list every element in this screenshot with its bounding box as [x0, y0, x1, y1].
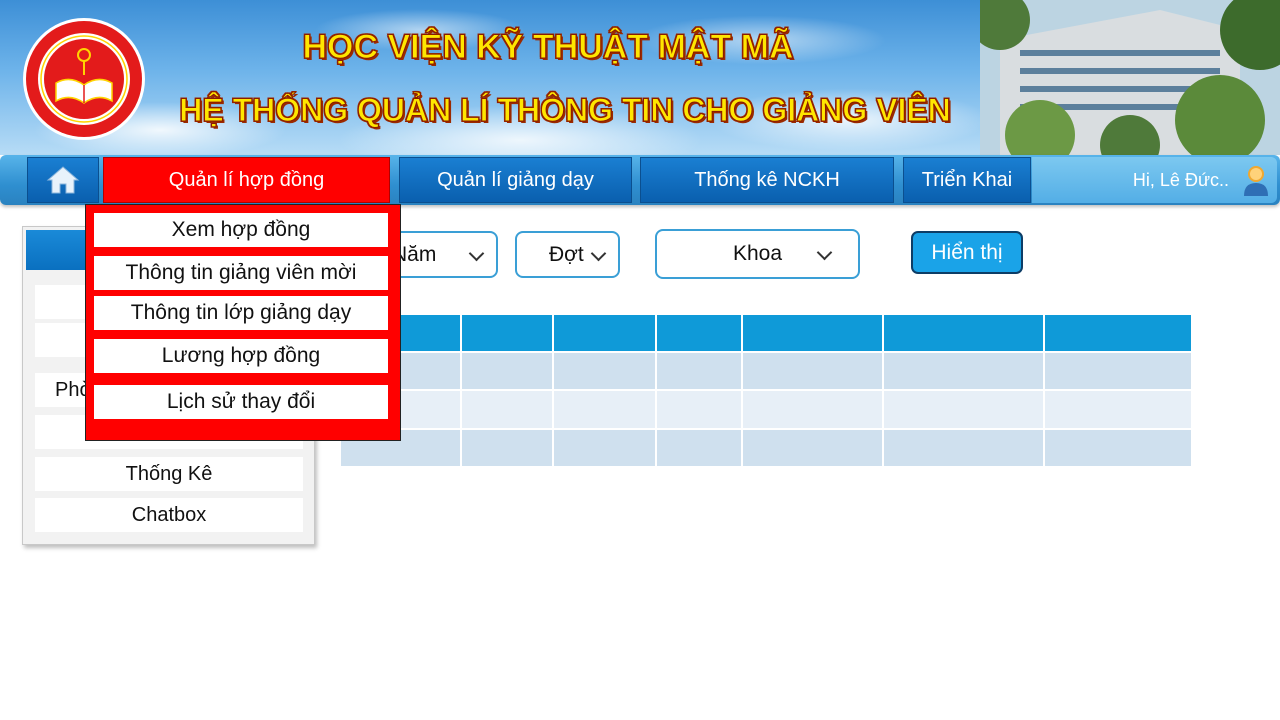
table-row[interactable]: [341, 429, 1193, 468]
chevron-down-icon: [816, 244, 833, 261]
table-header-cell: [655, 315, 744, 353]
menu-item-class-info[interactable]: Thông tin lớp giảng dạy: [94, 296, 388, 330]
menu-item-view-contract[interactable]: Xem hợp đồng: [94, 213, 388, 247]
table-cell: [1044, 352, 1193, 391]
sidebar-item-statistics[interactable]: Thống Kê: [35, 457, 303, 491]
table-header-cell: [553, 315, 657, 353]
table-cell: [883, 429, 1046, 468]
table-cell: [461, 429, 555, 468]
banner-subtitle: HỆ THỐNG QUẢN LÍ THÔNG TIN CHO GIẢNG VIÊ…: [179, 92, 952, 129]
table-header-cell: [461, 315, 555, 353]
table-cell: [883, 390, 1046, 430]
table-header-cell: [883, 315, 1046, 353]
user-greeting: Hi, Lê Đức..: [1132, 169, 1229, 190]
table-cell: [742, 352, 885, 391]
chevron-down-icon: [468, 245, 485, 261]
contract-dropdown-menu: Xem hợp đồng Thông tin giảng viên mời Th…: [85, 204, 401, 441]
round-select[interactable]: Đợt: [515, 231, 620, 278]
table-cell: [655, 390, 744, 430]
table-cell: [883, 352, 1046, 391]
sidebar-item-chatbox[interactable]: Chatbox: [35, 498, 303, 532]
home-button[interactable]: [27, 157, 99, 203]
campus-photo: [980, 0, 1280, 155]
table-cell: [655, 352, 744, 391]
table-cell: [461, 352, 555, 391]
table-row[interactable]: [341, 390, 1193, 430]
show-button[interactable]: Hiển thị: [911, 231, 1023, 274]
table-header-cell: [1044, 315, 1193, 353]
table-header-row: [341, 315, 1193, 353]
table-cell: [461, 390, 555, 430]
table-cell: [655, 429, 744, 468]
table-cell: [1044, 429, 1193, 468]
round-select-value: Đợt: [549, 242, 584, 266]
home-icon: [46, 166, 80, 194]
table-row[interactable]: [341, 352, 1193, 391]
faculty-select[interactable]: Khoa: [655, 229, 860, 279]
table-cell: [742, 429, 885, 468]
user-menu[interactable]: Hi, Lê Đức..: [1032, 157, 1277, 203]
menu-item-contract-salary[interactable]: Lương hợp đồng: [94, 339, 388, 373]
campus-building-image: [980, 0, 1280, 155]
table-cell: [553, 352, 657, 391]
table-cell: [553, 390, 657, 430]
table-cell: [1044, 390, 1193, 430]
user-icon: [1244, 166, 1268, 196]
table-header-cell: [742, 315, 885, 353]
menu-item-guest-lecturer-info[interactable]: Thông tin giảng viên mời: [94, 256, 388, 290]
header-banner: HỌC VIỆN KỸ THUẬT MẬT MÃ HỆ THỐNG QUẢN L…: [0, 0, 980, 155]
nav-research-statistics[interactable]: Thống kê NCKH: [640, 157, 894, 203]
table-cell: [742, 390, 885, 430]
table-cell: [553, 429, 657, 468]
banner-title: HỌC VIỆN KỸ THUẬT MẬT MÃ: [302, 28, 794, 67]
data-table: [341, 315, 1193, 468]
nav-deploy[interactable]: Triển Khai: [903, 157, 1031, 203]
nav-contract-management[interactable]: Quản lí hợp đồng: [103, 157, 390, 203]
faculty-select-value: Khoa: [733, 242, 783, 265]
menu-item-change-history[interactable]: Lịch sử thay đổi: [94, 385, 388, 419]
chevron-down-icon: [590, 245, 607, 261]
nav-teaching-management[interactable]: Quản lí giảng dạy: [399, 157, 632, 203]
